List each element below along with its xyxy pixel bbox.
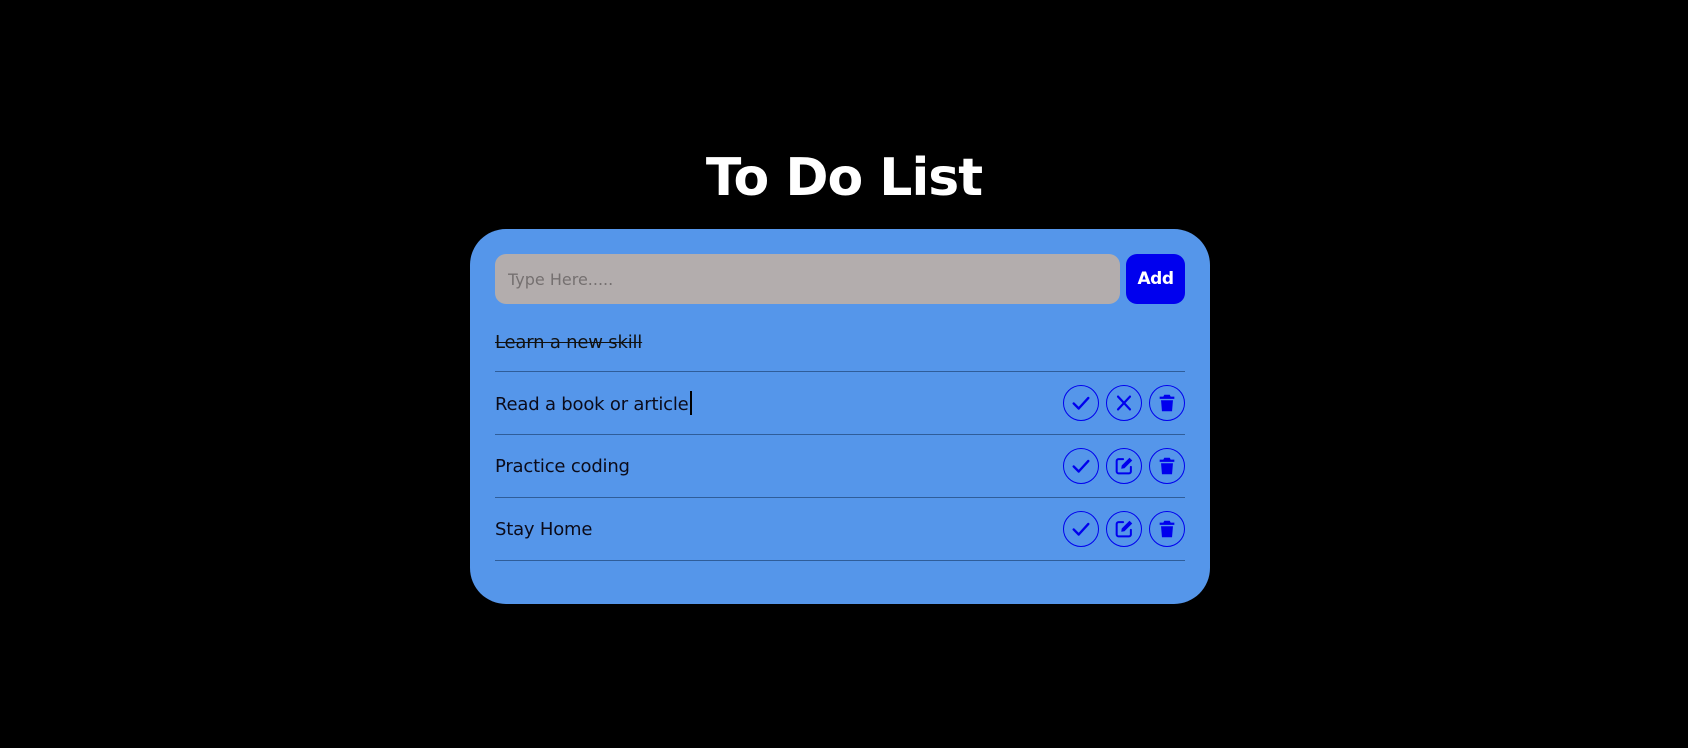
task-text: Stay Home bbox=[495, 518, 593, 540]
edit-button[interactable] bbox=[1106, 511, 1142, 547]
task-text[interactable]: Read a book or article bbox=[495, 391, 692, 415]
task-actions bbox=[1063, 511, 1185, 547]
task-row: Stay Home bbox=[495, 498, 1185, 561]
cancel-icon bbox=[1116, 395, 1132, 411]
complete-button[interactable] bbox=[1063, 511, 1099, 547]
task-input[interactable] bbox=[495, 254, 1120, 304]
page: To Do List Add Learn a new skill Read a … bbox=[0, 0, 1688, 748]
check-icon bbox=[1072, 522, 1090, 536]
trash-icon bbox=[1159, 520, 1175, 538]
task-text: Learn a new skill bbox=[495, 332, 643, 353]
complete-button[interactable] bbox=[1063, 448, 1099, 484]
delete-button[interactable] bbox=[1149, 448, 1185, 484]
check-icon bbox=[1072, 396, 1090, 410]
edit-button[interactable] bbox=[1106, 448, 1142, 484]
edit-icon bbox=[1115, 457, 1133, 475]
edit-icon bbox=[1115, 520, 1133, 538]
task-actions bbox=[1063, 448, 1185, 484]
page-title: To Do List bbox=[705, 148, 983, 208]
add-button[interactable]: Add bbox=[1126, 254, 1185, 304]
input-row: Add bbox=[495, 254, 1185, 304]
delete-button[interactable] bbox=[1149, 511, 1185, 547]
task-actions bbox=[1063, 385, 1185, 421]
cancel-edit-button[interactable] bbox=[1106, 385, 1142, 421]
trash-icon bbox=[1159, 394, 1175, 412]
task-row: Learn a new skill bbox=[495, 304, 1185, 372]
complete-button[interactable] bbox=[1063, 385, 1099, 421]
check-icon bbox=[1072, 459, 1090, 473]
task-text: Practice coding bbox=[495, 455, 630, 477]
trash-icon bbox=[1159, 457, 1175, 475]
todo-card: Add Learn a new skill Read a book or art… bbox=[470, 229, 1210, 604]
task-list: Learn a new skill Read a book or article bbox=[495, 304, 1185, 561]
task-row: Practice coding bbox=[495, 435, 1185, 498]
task-row: Read a book or article bbox=[495, 372, 1185, 435]
delete-button[interactable] bbox=[1149, 385, 1185, 421]
